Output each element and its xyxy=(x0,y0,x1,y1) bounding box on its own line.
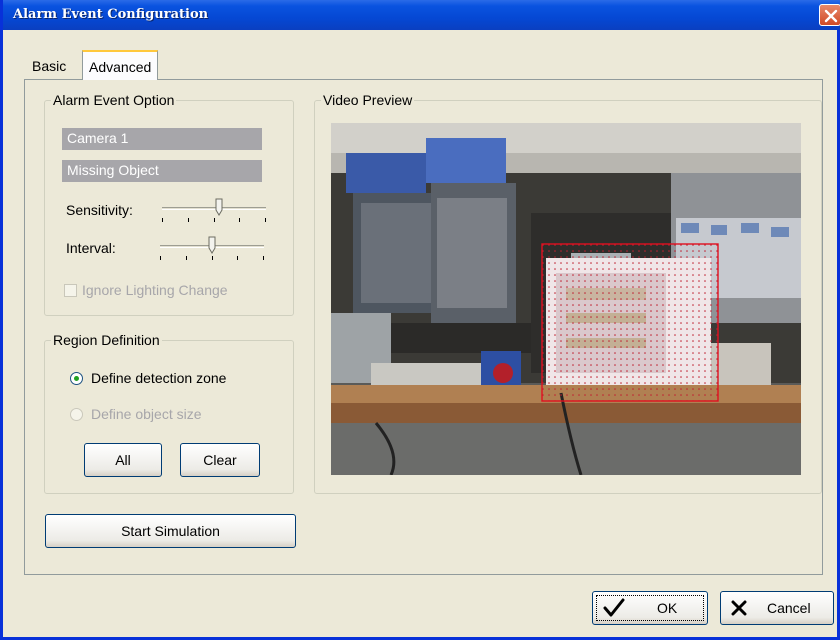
sensitivity-slider[interactable] xyxy=(162,198,266,224)
video-preview[interactable] xyxy=(331,123,801,475)
ignore-lighting-label: Ignore Lighting Change xyxy=(82,282,228,298)
interval-slider[interactable] xyxy=(160,236,264,262)
slider-tick xyxy=(237,256,238,260)
slider-thumb[interactable] xyxy=(208,236,216,254)
interval-label: Interval: xyxy=(66,240,116,256)
camera-frame-image xyxy=(331,123,801,475)
slider-tick xyxy=(239,218,240,222)
define-size-label: Define object size xyxy=(91,406,202,422)
all-button[interactable]: All xyxy=(84,443,162,477)
camera-field: Camera 1 xyxy=(62,128,262,150)
video-preview-legend: Video Preview xyxy=(323,92,413,108)
event-type-field: Missing Object xyxy=(62,160,262,182)
slider-tick xyxy=(263,256,264,260)
ignore-lighting-checkbox[interactable]: Ignore Lighting Change xyxy=(64,282,228,298)
close-icon xyxy=(824,9,838,23)
tab-advanced[interactable]: Advanced xyxy=(82,50,159,80)
checkmark-icon xyxy=(603,598,625,617)
slider-tick xyxy=(162,218,163,222)
start-simulation-button[interactable]: Start Simulation xyxy=(45,514,296,548)
radio-button-selected[interactable] xyxy=(70,372,83,385)
slider-tick xyxy=(265,218,266,222)
alarm-event-option-legend: Alarm Event Option xyxy=(53,92,175,108)
slider-tick xyxy=(188,218,189,222)
clear-button[interactable]: Clear xyxy=(180,443,260,477)
define-zone-label: Define detection zone xyxy=(91,370,227,386)
radio-button[interactable] xyxy=(70,408,83,421)
detection-zone[interactable] xyxy=(542,244,718,401)
tab-basic[interactable]: Basic xyxy=(26,54,73,78)
slider-tick xyxy=(186,256,187,260)
close-button[interactable] xyxy=(819,4,840,26)
ok-label: OK xyxy=(657,600,678,616)
region-definition-legend: Region Definition xyxy=(53,332,160,348)
slider-tick xyxy=(160,256,161,260)
slider-thumb[interactable] xyxy=(215,198,223,216)
cancel-label: Cancel xyxy=(767,600,811,616)
title-bar[interactable]: Alarm Event Configuration xyxy=(3,0,840,30)
define-size-radio[interactable]: Define object size xyxy=(70,406,202,422)
ok-button[interactable]: OK xyxy=(592,591,708,625)
sensitivity-label: Sensitivity: xyxy=(66,202,133,218)
define-zone-radio[interactable]: Define detection zone xyxy=(70,370,226,386)
window-title: Alarm Event Configuration xyxy=(13,7,209,22)
close-icon xyxy=(731,600,747,616)
slider-tick xyxy=(214,218,215,222)
cancel-button[interactable]: Cancel xyxy=(720,591,834,625)
slider-tick xyxy=(212,256,213,260)
checkbox-box[interactable] xyxy=(64,284,77,297)
